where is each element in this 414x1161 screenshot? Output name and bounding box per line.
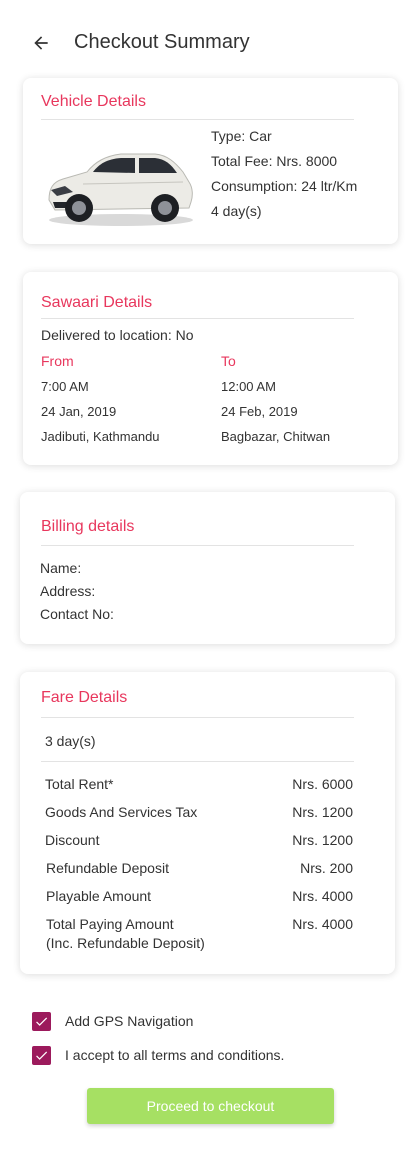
fare-row-label: Playable Amount <box>46 888 152 904</box>
divider <box>41 545 354 546</box>
page-title: Checkout Summary <box>74 31 250 53</box>
fare-row-label: Discount <box>45 832 100 848</box>
fare-row-label: Total Rent* <box>45 776 114 792</box>
car-image <box>48 153 193 226</box>
divider <box>41 761 354 762</box>
billing-name: Name: <box>40 560 82 576</box>
fare-details-title: Fare Details <box>41 689 128 706</box>
proceed-to-checkout-button[interactable]: Proceed to checkout <box>87 1088 334 1124</box>
fare-row-value: Nrs. 200 <box>300 860 353 876</box>
vehicle-total-fee: Total Fee: Nrs. 8000 <box>211 153 338 169</box>
from-label: From <box>41 353 74 369</box>
from-time: 7:00 AM <box>41 379 89 394</box>
vehicle-type: Type: Car <box>211 128 272 144</box>
delivered-to-location: Delivered to location: No <box>41 327 194 343</box>
sawaari-details-title: Sawaari Details <box>41 294 153 311</box>
gps-checkbox[interactable] <box>32 1011 51 1031</box>
fare-row-value: Nrs. 6000 <box>292 776 353 792</box>
back-button[interactable] <box>28 30 54 56</box>
billing-address: Address: <box>40 583 96 599</box>
fare-details-card: Fare Details 3 day(s) Total Rent* Nrs. 6… <box>20 672 395 974</box>
checkmark-icon <box>36 1051 48 1060</box>
billing-details-title: Billing details <box>41 518 135 535</box>
to-date: 24 Feb, 2019 <box>221 404 298 419</box>
to-time: 12:00 AM <box>221 379 276 394</box>
vehicle-duration: 4 day(s) <box>211 203 262 219</box>
from-place: Jadibuti, Kathmandu <box>41 429 160 444</box>
divider <box>41 318 354 319</box>
fare-row-value: Nrs. 4000 <box>292 888 353 904</box>
sawaari-details-card: Sawaari Details Delivered to location: N… <box>23 272 398 465</box>
app-header: Checkout Summary <box>0 0 414 86</box>
divider <box>41 119 354 120</box>
billing-contact: Contact No: <box>40 606 114 622</box>
vehicle-details-card: Vehicle Details Type: Car Total Fee: Nrs… <box>23 78 398 244</box>
fare-row-label: Goods And Services Tax <box>45 804 198 820</box>
vehicle-details-title: Vehicle Details <box>41 93 146 110</box>
fare-row-value: Nrs. 1200 <box>292 832 353 848</box>
vehicle-consumption: Consumption: 24 ltr/Km <box>211 178 358 194</box>
arrow-left-icon <box>34 36 48 50</box>
to-label: To <box>221 353 236 369</box>
terms-checkbox[interactable] <box>32 1045 51 1065</box>
divider <box>41 717 354 718</box>
fare-total-note: (Inc. Refundable Deposit) <box>46 935 205 951</box>
checkmark-icon <box>36 1017 48 1026</box>
terms-option[interactable]: I accept to all terms and conditions. <box>32 1044 284 1066</box>
gps-navigation-option[interactable]: Add GPS Navigation <box>32 1010 193 1032</box>
to-place: Bagbazar, Chitwan <box>221 429 331 444</box>
terms-label: I accept to all terms and conditions. <box>65 1047 285 1063</box>
fare-row-label: Total Paying Amount <box>46 916 174 932</box>
fare-row-label: Refundable Deposit <box>46 860 169 876</box>
fare-row-value: Nrs. 4000 <box>292 916 353 932</box>
gps-label: Add GPS Navigation <box>65 1013 194 1029</box>
fare-row-value: Nrs. 1200 <box>292 804 353 820</box>
from-date: 24 Jan, 2019 <box>41 404 117 419</box>
fare-duration: 3 day(s) <box>45 733 96 749</box>
billing-details-card: Billing details Name: Address: Contact N… <box>20 492 395 644</box>
